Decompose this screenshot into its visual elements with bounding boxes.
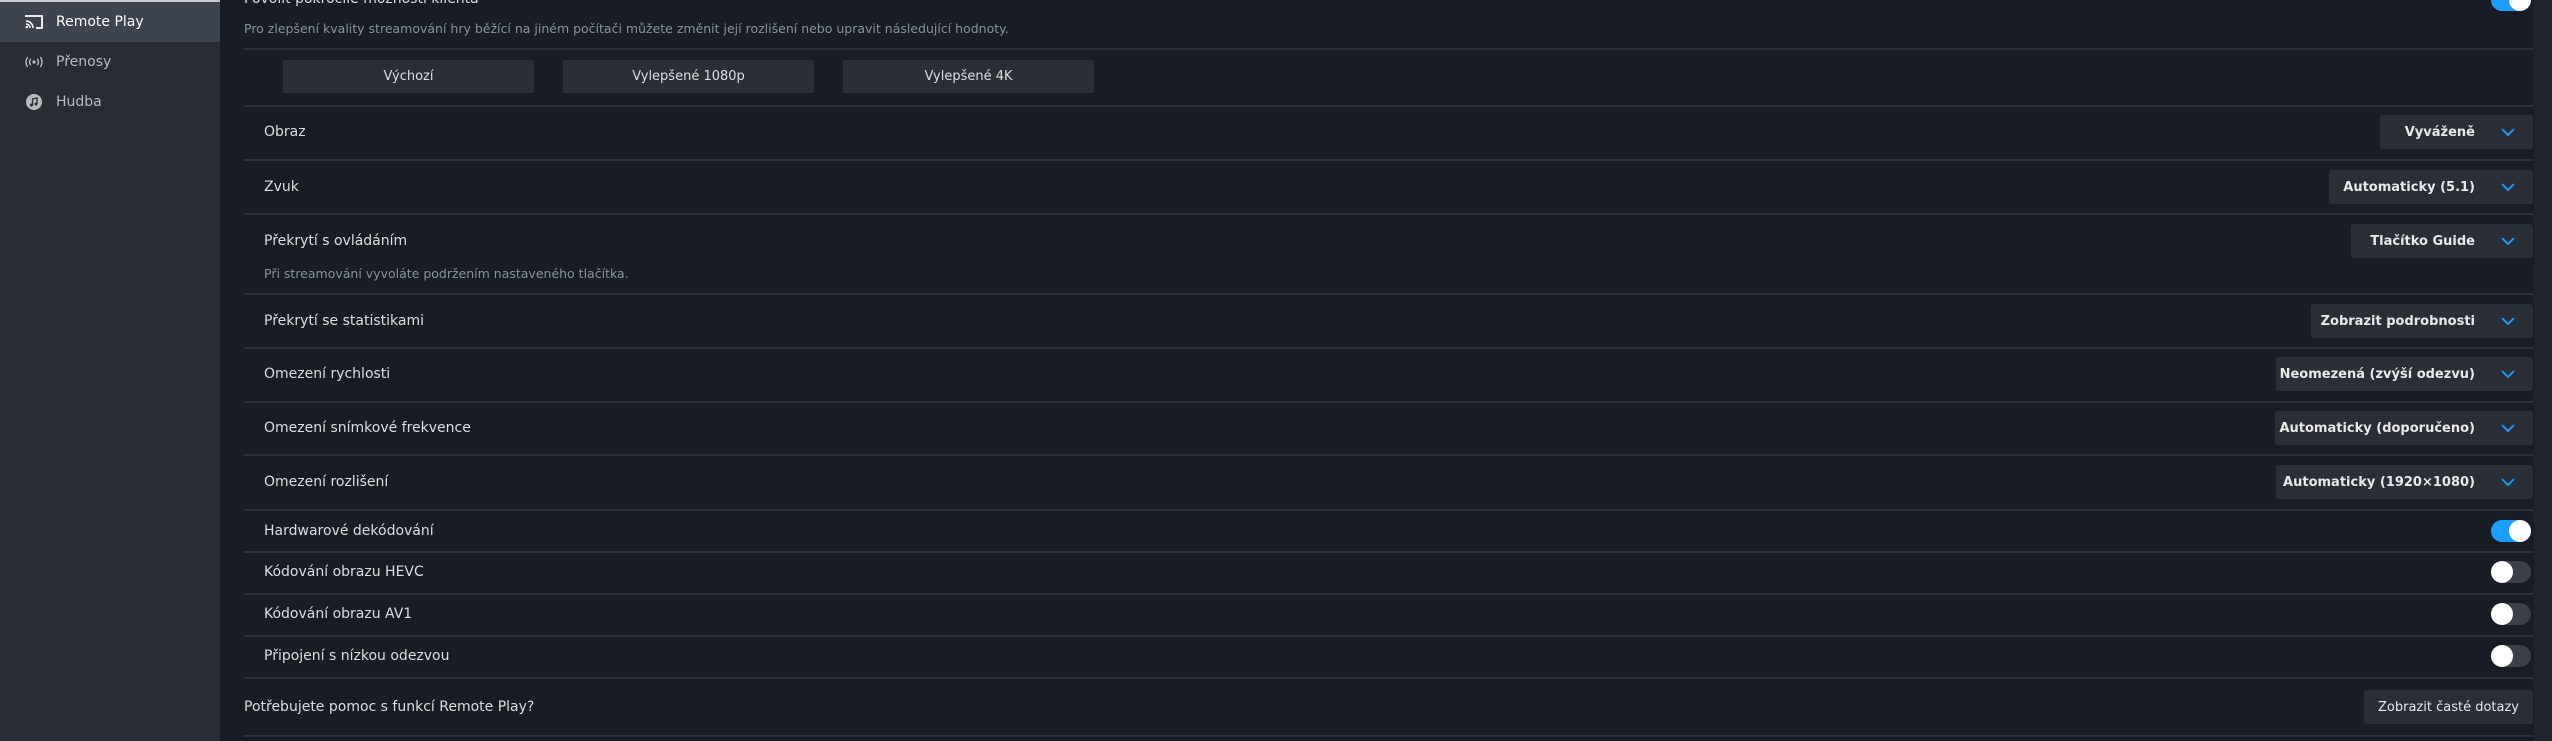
setting-label-hevc: Kódování obrazu HEVC [264, 564, 424, 580]
resolution-limit-dropdown[interactable]: Automaticky (1920×1080) [2276, 465, 2533, 499]
top-edge [0, 0, 220, 2]
divider [244, 677, 2534, 679]
sidebar-item-hudba[interactable]: Hudba [0, 82, 220, 122]
setting-label-low-latency: Připojení s nízkou odezvou [264, 648, 450, 664]
divider [244, 401, 2534, 403]
preset-4k-button[interactable]: Vylepšené 4K [843, 60, 1094, 93]
hw-decoding-toggle[interactable] [2491, 520, 2531, 542]
advanced-options-title: Povolit pokročilé možnosti klienta [244, 0, 479, 7]
setting-label-framerate-limit: Omezení snímkové frekvence [264, 420, 471, 436]
divider [244, 735, 2534, 737]
setting-label-bandwidth-limit: Omezení rychlosti [264, 366, 391, 382]
dropdown-value: Automaticky (5.1) [2343, 179, 2475, 195]
hevc-toggle[interactable] [2491, 561, 2531, 583]
bandwidth-limit-dropdown[interactable]: Neomezená (zvýší odezvu) [2276, 357, 2533, 391]
divider [244, 48, 2534, 50]
divider [244, 593, 2534, 595]
cast-icon [25, 13, 43, 31]
sidebar-item-remote-play[interactable]: Remote Play [0, 2, 220, 42]
advanced-options-toggle[interactable] [2491, 0, 2531, 11]
sidebar-item-label: Přenosy [56, 54, 112, 70]
scrollbar-track[interactable] [2534, 0, 2552, 741]
setting-label-hw-decoding: Hardwarové dekódování [264, 523, 434, 539]
obraz-dropdown[interactable]: Vyváženě [2380, 115, 2533, 149]
dropdown-value: Tlačítko Guide [2370, 233, 2475, 249]
av1-toggle[interactable] [2491, 603, 2531, 625]
zvuk-dropdown[interactable]: Automaticky (5.1) [2329, 170, 2533, 204]
faq-button[interactable]: Zobrazit časté dotazy [2364, 690, 2533, 724]
setting-label-resolution-limit: Omezení rozlišení [264, 474, 389, 490]
dropdown-value: Zobrazit podrobnosti [2320, 313, 2475, 329]
music-icon [25, 93, 43, 111]
preset-1080p-button[interactable]: Vylepšené 1080p [563, 60, 814, 93]
setting-label-zvuk: Zvuk [264, 179, 299, 195]
controller-overlay-dropdown[interactable]: Tlačítko Guide [2351, 224, 2533, 258]
dropdown-value: Neomezená (zvýší odezvu) [2279, 366, 2475, 382]
divider [244, 454, 2534, 456]
chevron-down-icon [2501, 367, 2515, 381]
setting-label-obraz: Obraz [264, 124, 306, 140]
chevron-down-icon [2501, 314, 2515, 328]
toggle-knob [2491, 561, 2513, 583]
chevron-down-icon [2501, 421, 2515, 435]
chevron-down-icon [2501, 475, 2515, 489]
broadcast-icon [25, 53, 43, 71]
divider [244, 105, 2534, 107]
dropdown-value: Vyváženě [2404, 124, 2475, 140]
sidebar-item-label: Remote Play [56, 14, 144, 30]
chevron-down-icon [2501, 234, 2515, 248]
divider [244, 293, 2534, 295]
divider [244, 159, 2534, 161]
advanced-options-description: Pro zlepšení kvality streamování hry běž… [244, 21, 1009, 36]
setting-label-stats-overlay: Překrytí se statistikami [264, 313, 424, 329]
controller-overlay-description: Při streamování vyvoláte podržením nasta… [264, 266, 629, 281]
stats-overlay-dropdown[interactable]: Zobrazit podrobnosti [2311, 304, 2533, 338]
preset-default-button[interactable]: Výchozí [283, 60, 534, 93]
toggle-knob [2491, 603, 2513, 625]
divider [244, 551, 2534, 553]
divider [244, 509, 2534, 511]
low-latency-toggle[interactable] [2491, 645, 2531, 667]
setting-label-av1: Kódování obrazu AV1 [264, 606, 413, 622]
sidebar-item-label: Hudba [56, 94, 102, 110]
chevron-down-icon [2501, 125, 2515, 139]
sidebar-item-prenosy[interactable]: Přenosy [0, 42, 220, 82]
dropdown-value: Automaticky (doporučeno) [2279, 420, 2475, 436]
divider [244, 347, 2534, 349]
settings-panel [220, 0, 2534, 741]
toggle-knob [2509, 520, 2531, 542]
dropdown-value: Automaticky (1920×1080) [2283, 474, 2475, 490]
toggle-knob [2491, 645, 2513, 667]
divider [244, 213, 2534, 215]
divider [244, 635, 2534, 637]
help-label: Potřebujete pomoc s funkcí Remote Play? [244, 699, 535, 715]
framerate-limit-dropdown[interactable]: Automaticky (doporučeno) [2275, 411, 2533, 445]
setting-label-controller-overlay: Překrytí s ovládáním [264, 233, 408, 249]
chevron-down-icon [2501, 180, 2515, 194]
sidebar: Remote Play Přenosy Hudba [0, 0, 220, 741]
